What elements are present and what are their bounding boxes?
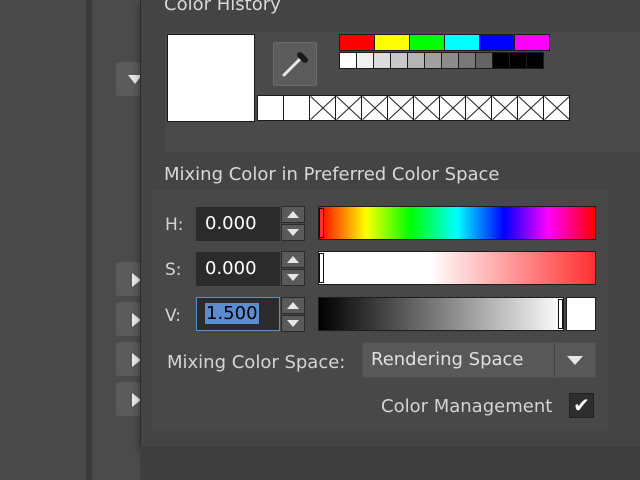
history-slot-empty[interactable]	[465, 95, 492, 121]
palette-swatch[interactable]	[424, 52, 442, 69]
chevron-down-icon[interactable]	[554, 343, 595, 377]
h-value-input[interactable]: 0.000	[196, 207, 280, 241]
hue-slider-handle[interactable]	[319, 208, 324, 238]
history-slot-empty[interactable]	[309, 95, 336, 121]
palette-row-primary	[339, 34, 550, 51]
s-decrement-button[interactable]	[281, 269, 305, 286]
background-panel	[0, 0, 86, 480]
value-slider-handle[interactable]	[558, 299, 563, 329]
current-color-swatch[interactable]	[167, 34, 255, 122]
palette-swatch[interactable]	[475, 52, 493, 69]
history-slot-empty[interactable]	[361, 95, 388, 121]
palette-swatch[interactable]	[409, 34, 445, 51]
palette-swatch[interactable]	[458, 52, 476, 69]
history-slot-empty[interactable]	[543, 95, 570, 121]
s-increment-button[interactable]	[281, 251, 305, 268]
history-slot[interactable]	[283, 95, 310, 121]
expand-arrow-button[interactable]	[116, 62, 142, 96]
history-slot-empty[interactable]	[491, 95, 518, 121]
color-space-value: Rendering Space	[371, 349, 524, 370]
v-label: V:	[165, 306, 181, 326]
collapse-arrow-button[interactable]	[116, 382, 141, 416]
color-history-title: Color History	[164, 0, 281, 15]
palette-swatch[interactable]	[509, 52, 527, 69]
collapse-arrow-button[interactable]	[116, 302, 141, 336]
saturation-slider[interactable]	[318, 251, 596, 285]
palette-swatch[interactable]	[444, 34, 480, 51]
palette-row-gray	[339, 52, 544, 69]
h-spinner[interactable]	[281, 206, 305, 241]
history-slot-empty[interactable]	[439, 95, 466, 121]
h-increment-button[interactable]	[281, 206, 305, 223]
history-slot[interactable]	[257, 95, 284, 121]
v-value-selection: 1.500	[205, 303, 259, 324]
eyedropper-button[interactable]	[273, 42, 317, 86]
v-decrement-button[interactable]	[281, 315, 305, 332]
value-overrange-swatch	[566, 297, 596, 331]
history-slots	[257, 95, 570, 121]
palette-swatch[interactable]	[407, 52, 425, 69]
palette-swatch[interactable]	[356, 52, 374, 69]
palette-swatch[interactable]	[339, 52, 357, 69]
mixing-title: Mixing Color in Preferred Color Space	[164, 164, 500, 185]
history-slot-empty[interactable]	[335, 95, 362, 121]
s-spinner[interactable]	[281, 251, 305, 286]
s-label: S:	[165, 260, 182, 280]
palette-swatch[interactable]	[374, 34, 410, 51]
popup-shadow	[140, 446, 640, 480]
s-value-input[interactable]: 0.000	[196, 252, 280, 286]
palette-swatch[interactable]	[441, 52, 459, 69]
history-slot-empty[interactable]	[387, 95, 414, 121]
value-slider[interactable]	[318, 297, 564, 331]
palette-swatch[interactable]	[339, 34, 375, 51]
eyedropper-icon	[282, 52, 308, 77]
palette-swatch[interactable]	[479, 34, 515, 51]
palette-swatch[interactable]	[492, 52, 510, 69]
collapse-arrow-button[interactable]	[116, 342, 141, 376]
palette-swatch[interactable]	[526, 52, 544, 69]
history-slot-empty[interactable]	[517, 95, 544, 121]
v-value-input[interactable]: 1.500	[196, 297, 280, 331]
v-spinner[interactable]	[281, 297, 305, 332]
color-management-label: Color Management	[381, 396, 553, 417]
palette-swatch[interactable]	[514, 34, 550, 51]
color-space-label: Mixing Color Space:	[167, 352, 346, 373]
palette-swatch[interactable]	[390, 52, 408, 69]
h-decrement-button[interactable]	[281, 224, 305, 241]
palette-swatch[interactable]	[373, 52, 391, 69]
saturation-slider-handle[interactable]	[319, 253, 324, 283]
v-increment-button[interactable]	[281, 297, 305, 314]
hue-slider[interactable]	[318, 206, 596, 240]
color-management-checkbox[interactable]: ✔	[569, 393, 594, 418]
collapse-arrow-button[interactable]	[116, 262, 141, 296]
h-label: H:	[165, 215, 184, 235]
color-space-dropdown[interactable]: Rendering Space	[362, 342, 596, 378]
history-slot-empty[interactable]	[413, 95, 440, 121]
